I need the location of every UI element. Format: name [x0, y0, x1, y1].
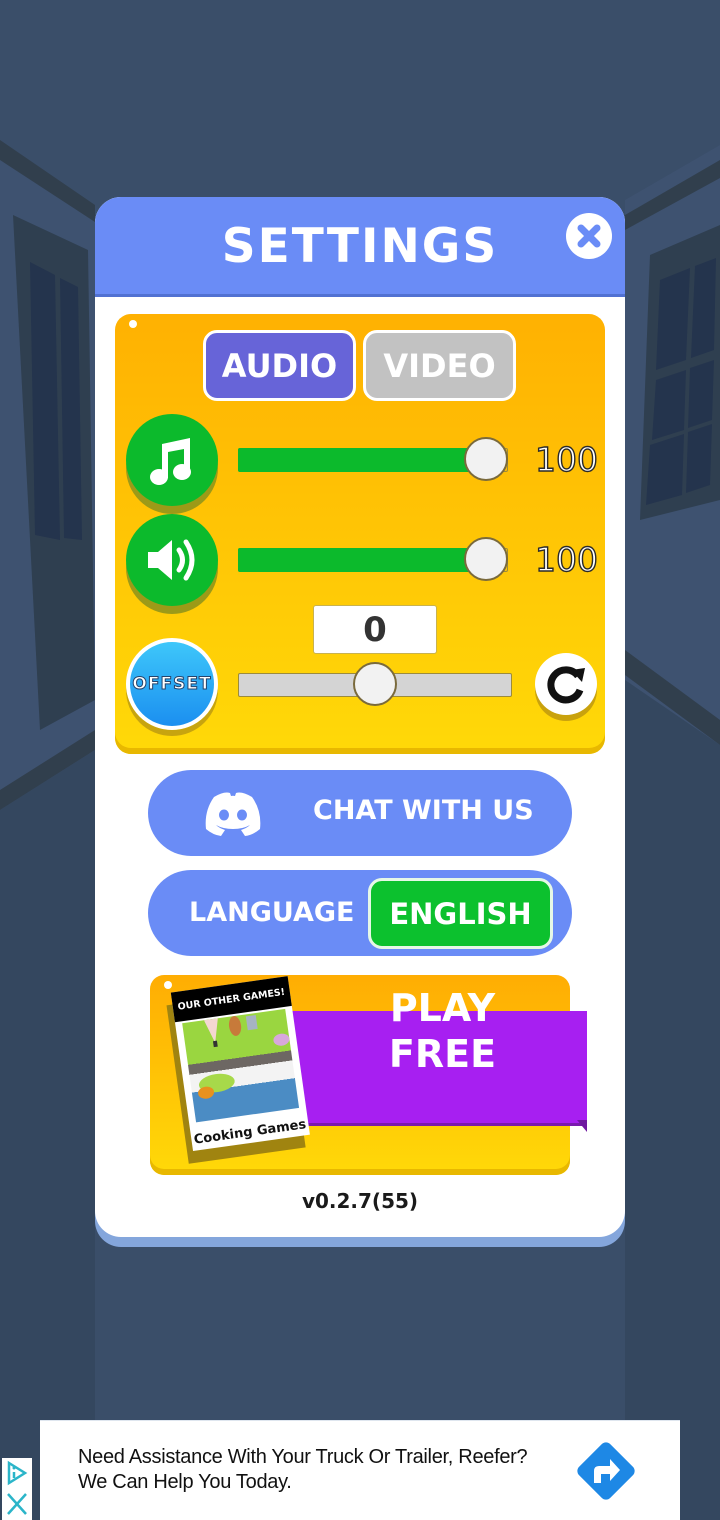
music-note-icon [150, 438, 191, 485]
language-select-button[interactable]: ENGLISH [368, 878, 553, 949]
game-card: OUR OTHER GAMES! Cooking Games [166, 975, 321, 1164]
offset-slider[interactable] [238, 662, 512, 706]
play-free-text: PLAY FREE [300, 975, 585, 1087]
language-row: LANGUAGE ENGLISH [148, 870, 572, 956]
chat-with-us-button[interactable]: CHAT WITH US [148, 770, 572, 856]
sound-volume-slider[interactable] [238, 537, 508, 581]
slider-fill [238, 548, 486, 572]
close-button[interactable] [566, 213, 612, 259]
offset-button[interactable]: OFFSET [126, 638, 218, 730]
ad-line2: We Can Help You Today. [78, 1471, 292, 1493]
music-volume-slider[interactable] [238, 437, 508, 481]
tab-audio[interactable]: AUDIO [203, 330, 356, 401]
audio-settings-panel: AUDIO VIDEO 100 100 0 OFFSET [115, 314, 605, 754]
promo-decoration-dot [164, 981, 172, 989]
close-x-icon [577, 224, 601, 248]
reset-arrow-icon [547, 666, 585, 704]
language-label: LANGUAGE [189, 897, 355, 928]
game-card-face: OUR OTHER GAMES! Cooking Games [170, 976, 310, 1152]
discord-icon [205, 792, 261, 836]
ad-text: Need Assistance With Your Truck Or Trail… [78, 1445, 528, 1495]
dialog-header: SETTINGS [95, 197, 625, 297]
music-toggle-button[interactable] [126, 414, 218, 506]
slider-knob[interactable] [464, 537, 508, 581]
chat-with-us-label: CHAT WITH US [313, 795, 534, 826]
other-games-promo-banner[interactable]: PLAY FREE OUR OTHER GAMES! Cooking Games [150, 975, 587, 1175]
offset-label: OFFSET [132, 674, 212, 695]
offset-value-display: 0 [313, 605, 437, 654]
speaker-icon [148, 539, 195, 581]
ad-line1: Need Assistance With Your Truck Or Trail… [78, 1446, 528, 1468]
cooking-game-thumbnail [182, 1008, 300, 1123]
sound-toggle-button[interactable] [126, 514, 218, 606]
play-free-line1: PLAY [389, 986, 496, 1030]
tab-video[interactable]: VIDEO [363, 330, 516, 401]
kitchen-illustration [198, 1014, 290, 1099]
slider-knob[interactable] [464, 437, 508, 481]
reset-offset-button[interactable] [535, 653, 597, 715]
panel-decoration-dot [129, 320, 137, 328]
directions-arrow-icon[interactable] [570, 1435, 642, 1507]
play-free-line2: FREE [388, 1032, 497, 1076]
slider-knob[interactable] [353, 662, 397, 706]
ad-banner[interactable]: Need Assistance With Your Truck Or Trail… [40, 1420, 680, 1520]
ribbon-tail [577, 1120, 587, 1132]
dialog-title: SETTINGS [221, 219, 499, 274]
ad-close-icon[interactable] [5, 1490, 29, 1516]
sound-volume-value: 100 [534, 539, 598, 579]
music-volume-value: 100 [534, 439, 598, 479]
adchoices-icon[interactable] [5, 1460, 29, 1486]
ad-choices-strip [2, 1458, 32, 1520]
slider-fill [238, 448, 486, 472]
settings-dialog-body: SETTINGS AUDIO VIDEO 100 100 0 OFFSET CH… [95, 197, 625, 1237]
version-label: v0.2.7(55) [301, 1189, 419, 1213]
settings-dialog: SETTINGS AUDIO VIDEO 100 100 0 OFFSET CH… [95, 197, 625, 1247]
